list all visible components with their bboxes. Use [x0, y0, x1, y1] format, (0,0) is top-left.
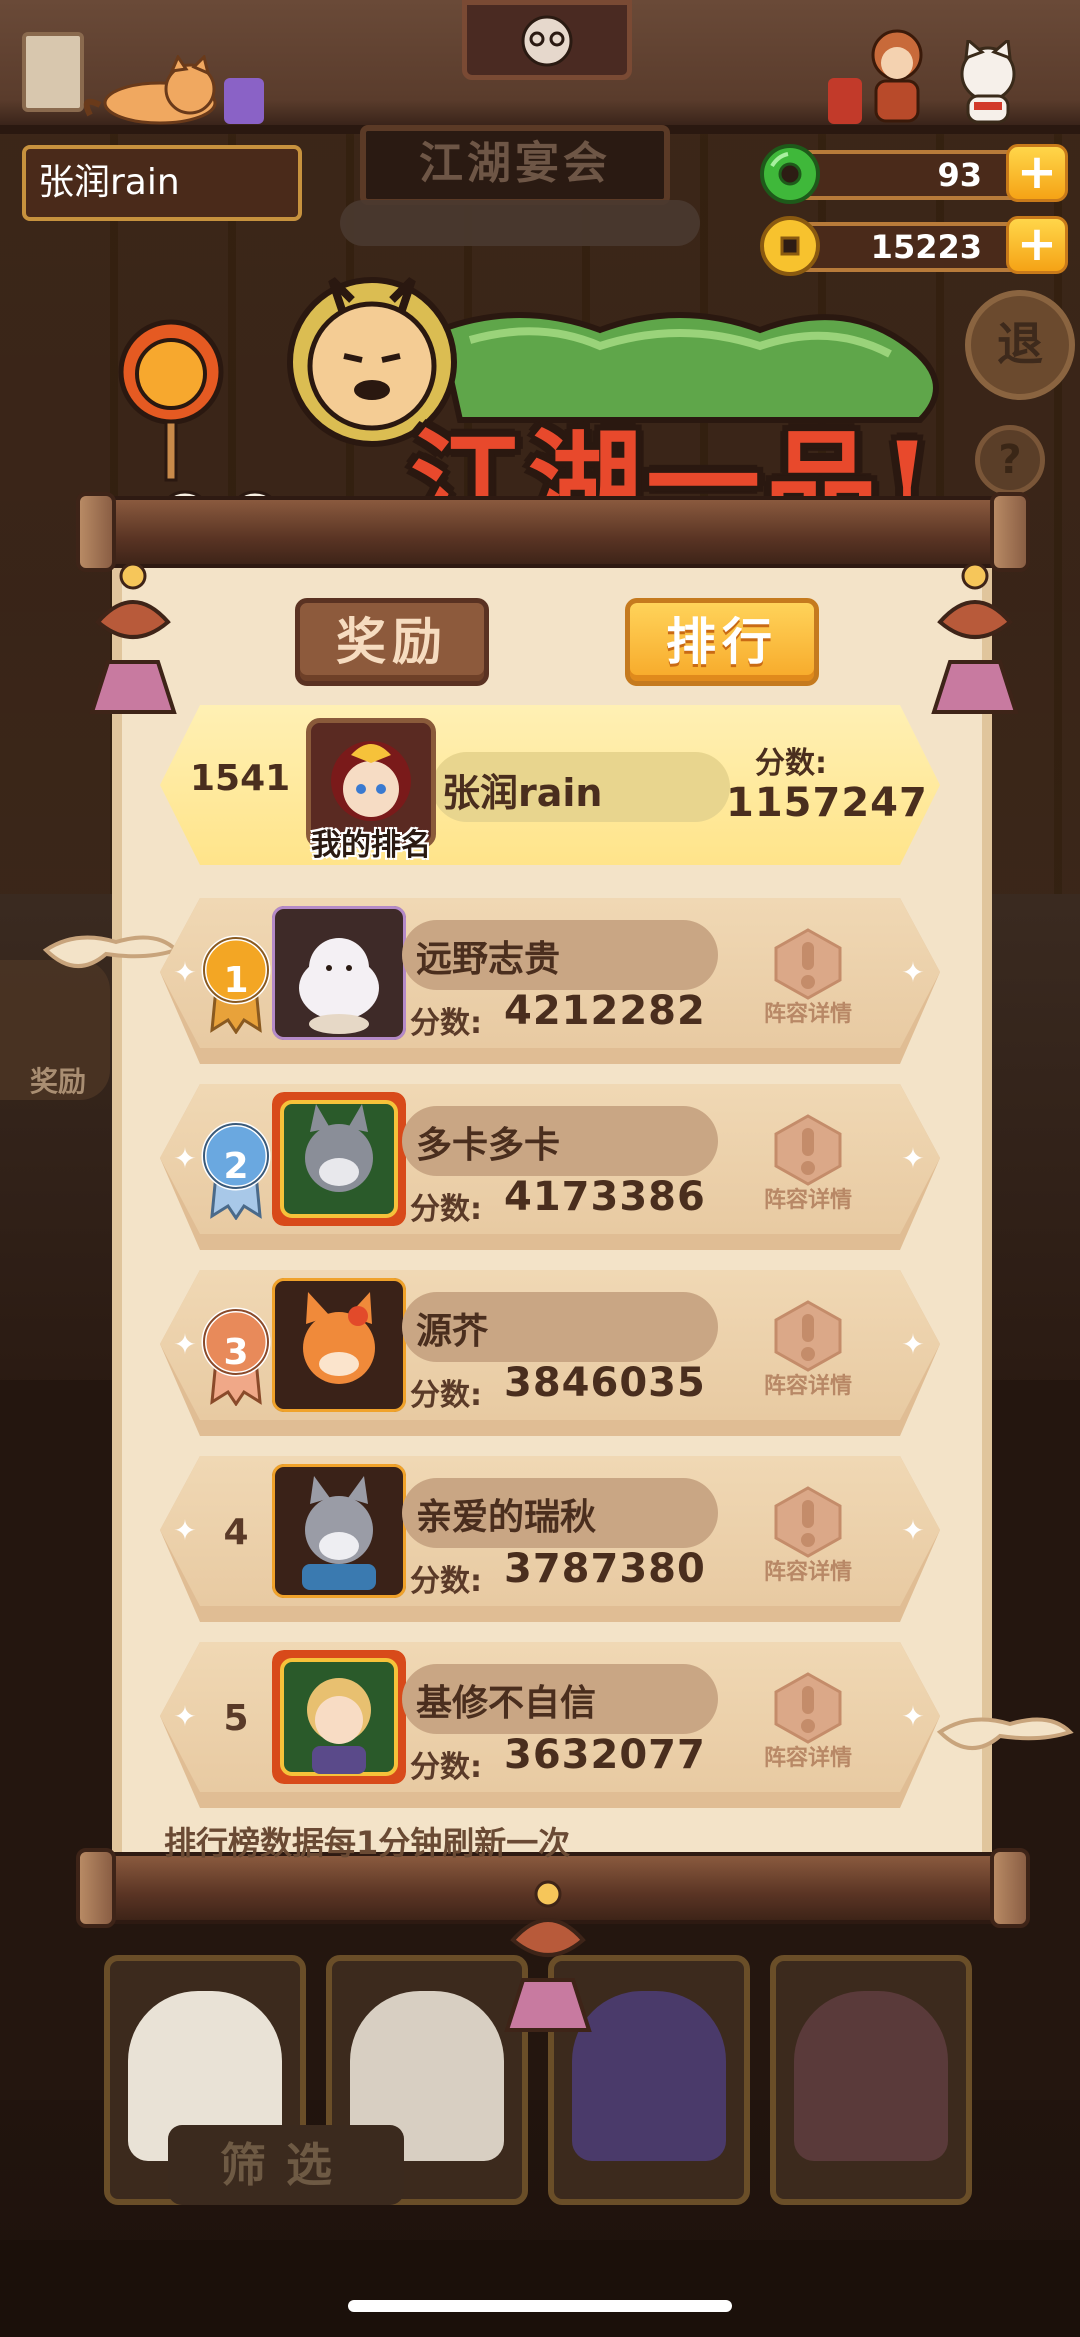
player-avatar[interactable]: [272, 1092, 406, 1226]
fox-avatar-icon: [272, 1278, 406, 1412]
lineup-detail-icon[interactable]: [772, 1672, 844, 1744]
background-hero-card[interactable]: [770, 1955, 972, 2205]
home-indicator[interactable]: [348, 2300, 732, 2312]
score-label: 分数:: [410, 1192, 482, 1227]
sparkle-icon: ✦: [901, 1514, 925, 1547]
player-name: 源芥: [416, 1311, 489, 1352]
tab-rank[interactable]: 排行: [625, 598, 819, 686]
gray-wolf-avatar-icon: [272, 1464, 406, 1598]
my-score-value: 1157247: [726, 780, 928, 826]
score-label: 分数:: [410, 1564, 482, 1599]
rank-number: 4: [223, 1512, 249, 1553]
refresh-note: 排行榜数据每1分钟刷新一次: [164, 1824, 571, 1862]
merchant-character-icon: [871, 29, 923, 123]
sparkle-icon: ✦: [173, 956, 197, 989]
jade-counter: 93: [790, 150, 1030, 200]
lineup-detail-icon[interactable]: [772, 1300, 844, 1372]
score-value: 3787380: [504, 1546, 706, 1592]
background-signboard: 江湖宴会: [360, 125, 670, 205]
coin-icon: [760, 216, 820, 276]
filter-button[interactable]: 筛选: [168, 2125, 404, 2205]
top-hanging-banner: [462, 0, 632, 80]
rank-number: 5: [223, 1698, 249, 1739]
leaderboard-row: ✦ ✦ 1 远野志贵 分数: 4212282 阵容详情: [160, 898, 940, 1064]
scroll-rod-cap: [990, 492, 1030, 572]
player-name: 亲爱的瑞秋: [416, 1497, 597, 1538]
wall-frame-icon: [22, 32, 84, 112]
leaderboard-row: ✦ ✦ 3 源芥 分数: 3846035 阵容详情: [160, 1270, 940, 1436]
leaderboard-row: ✦ ✦ 2 多卡多卡 分数: 4173386 阵容详情: [160, 1084, 940, 1250]
score-label: 分数:: [410, 1378, 482, 1413]
scroll-rod-cap: [76, 1848, 116, 1928]
my-rank-number: 1541: [190, 758, 291, 799]
add-jade-button[interactable]: +: [1006, 144, 1068, 202]
sparkle-icon: ✦: [173, 1700, 197, 1733]
my-name: 张润rain: [442, 771, 603, 815]
leaderboard-row: ✦ ✦ 4 亲爱的瑞秋 分数: 3787380 阵容详情: [160, 1456, 940, 1622]
rank-number: 2: [223, 1146, 249, 1187]
tassel-ornament-icon: [89, 562, 177, 714]
player-avatar[interactable]: [272, 1650, 406, 1784]
sparkle-icon: ✦: [173, 1328, 197, 1361]
cloud-decoration-icon: [936, 1717, 1074, 1751]
scroll-rod-cap: [990, 1848, 1030, 1928]
lineup-detail-button[interactable]: 阵容详情: [756, 1740, 860, 1772]
rank-number: 1: [223, 960, 249, 1001]
score-label: 分数:: [410, 1006, 482, 1041]
score-value: 3632077: [504, 1732, 706, 1778]
orange-cat-icon: [83, 55, 217, 125]
sparkle-icon: ✦: [901, 1700, 925, 1733]
coin-counter: 15223: [790, 222, 1030, 272]
lineup-detail-button[interactable]: 阵容详情: [756, 1182, 860, 1214]
scroll-rod-cap: [76, 492, 116, 572]
score-value: 3846035: [504, 1360, 706, 1406]
sparkle-icon: ✦: [173, 1514, 197, 1547]
rank-number: 3: [223, 1332, 249, 1373]
help-button[interactable]: ?: [975, 425, 1045, 495]
lineup-detail-icon[interactable]: [772, 1114, 844, 1186]
blond-hero-avatar-icon: [272, 1650, 406, 1784]
score-label: 分数:: [410, 1750, 482, 1785]
torch-sign-icon: [118, 319, 224, 482]
my-rank-label: 我的排名: [311, 828, 431, 863]
sparkle-icon: ✦: [173, 1142, 197, 1175]
player-avatar[interactable]: [272, 906, 406, 1040]
lineup-detail-icon[interactable]: [772, 1486, 844, 1558]
sparkle-icon: ✦: [901, 1328, 925, 1361]
player-name: 基修不自信: [416, 1683, 597, 1724]
tab-reward[interactable]: 奖励: [295, 598, 489, 686]
background-cloud: [340, 200, 700, 246]
banner-character-icon: [521, 15, 573, 67]
lineup-detail-icon[interactable]: [772, 928, 844, 1000]
bottom-band: [0, 2240, 1080, 2337]
reward-side-label: 奖励: [30, 1065, 87, 1098]
lineup-detail-button[interactable]: 阵容详情: [756, 1368, 860, 1400]
white-cat-avatar-icon: [272, 906, 406, 1040]
player-avatar[interactable]: [272, 1464, 406, 1598]
sparkle-icon: ✦: [901, 956, 925, 989]
retreat-button[interactable]: 退: [965, 290, 1075, 400]
lineup-detail-button[interactable]: 阵容详情: [756, 996, 860, 1028]
wolf-avatar-icon: [272, 1092, 406, 1226]
tassel-ornament-icon: [931, 562, 1019, 714]
score-value: 4212282: [504, 988, 706, 1034]
player-name: 多卡多卡: [416, 1125, 561, 1166]
player-avatar[interactable]: [272, 1278, 406, 1412]
white-cat-icon: [960, 40, 1016, 124]
add-coin-button[interactable]: +: [1006, 216, 1068, 274]
jade-icon: [760, 144, 820, 204]
score-value: 4173386: [504, 1174, 706, 1220]
leaderboard-row: ✦ ✦ 5 基修不自信 分数: 3632077 阵容详情: [160, 1642, 940, 1808]
player-name: 远野志贵: [416, 939, 561, 980]
lineup-detail-button[interactable]: 阵容详情: [756, 1554, 860, 1586]
red-jar-icon: [828, 78, 862, 124]
player-name-box[interactable]: 张润rain: [22, 145, 302, 221]
my-score-label: 分数:: [755, 746, 827, 781]
tassel-ornament-icon: [504, 1880, 592, 2032]
purple-jar-icon: [224, 78, 264, 124]
sparkle-icon: ✦: [901, 1142, 925, 1175]
scroll-rod-top: [80, 496, 1030, 568]
